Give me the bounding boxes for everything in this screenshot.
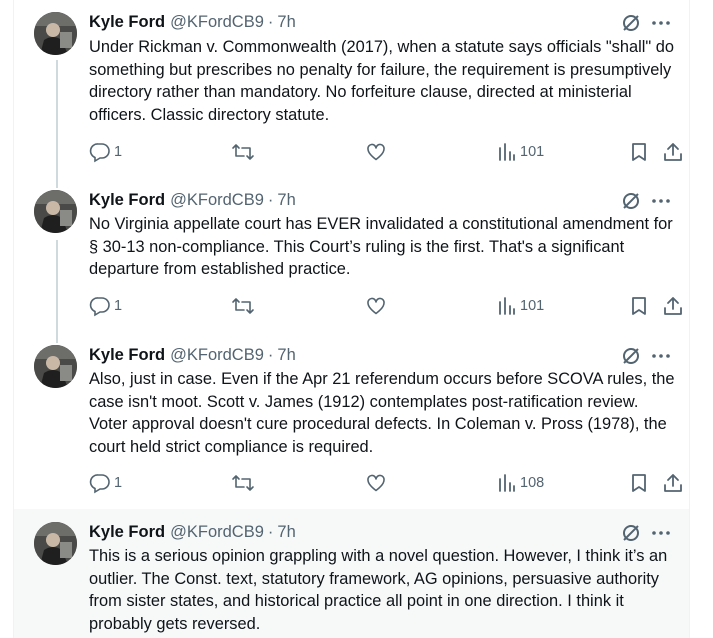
tweet-text: Also, just in case. Even if the Apr 21 r… <box>89 370 675 456</box>
share-button[interactable] <box>662 294 684 318</box>
like-icon <box>367 474 385 492</box>
tweet-text: Under Rickman v. Commonwealth (2017), wh… <box>89 38 674 124</box>
repost-button[interactable] <box>231 471 258 495</box>
bookmark-icon <box>632 297 646 315</box>
timestamp[interactable]: 7h <box>277 346 295 365</box>
like-icon <box>367 297 385 315</box>
bookmark-icon <box>632 474 646 492</box>
share-button[interactable] <box>662 471 684 495</box>
more-icon[interactable] <box>650 345 672 367</box>
repost-icon <box>232 475 254 491</box>
grok-slash-icon[interactable] <box>620 190 642 212</box>
tweet-actions: 1 108 <box>89 471 682 495</box>
thread-connector-line <box>56 60 58 180</box>
tweet[interactable]: Kyle Ford @KFordCB9 · 7h Under Rickman v… <box>14 0 689 180</box>
timestamp[interactable]: 7h <box>277 523 295 542</box>
author-name[interactable]: Kyle Ford <box>89 13 165 32</box>
bookmark-button[interactable] <box>628 140 650 164</box>
like-button[interactable] <box>365 471 390 495</box>
views-count: 108 <box>520 475 545 491</box>
thread-connector-line <box>56 180 58 188</box>
like-button[interactable] <box>365 140 390 164</box>
views-count: 101 <box>520 144 545 160</box>
tweet[interactable]: Kyle Ford @KFordCB9 · 7h No Virginia app… <box>14 180 689 335</box>
reply-count: 1 <box>114 298 123 314</box>
views-button[interactable]: 101 <box>497 294 544 318</box>
reply-button[interactable]: 1 <box>89 471 122 495</box>
tweet-header: Kyle Ford @KFordCB9 · 7h <box>89 344 296 366</box>
tweet-header: Kyle Ford @KFordCB9 · 7h <box>89 521 296 543</box>
avatar[interactable] <box>34 522 77 565</box>
share-icon <box>664 297 682 315</box>
grok-slash-icon[interactable] <box>620 12 642 34</box>
share-icon <box>664 143 682 161</box>
thread-connector-line <box>56 335 58 343</box>
reply-icon <box>89 474 110 494</box>
author-name[interactable]: Kyle Ford <box>89 346 165 365</box>
reply-count: 1 <box>114 475 123 491</box>
more-icon[interactable] <box>650 522 672 544</box>
tweet-header: Kyle Ford @KFordCB9 · 7h <box>89 11 296 33</box>
author-handle[interactable]: @KFordCB9 <box>170 191 264 210</box>
reply-icon <box>89 143 110 163</box>
timestamp[interactable]: 7h <box>277 191 295 210</box>
tweet-text: No Virginia appellate court has EVER inv… <box>89 215 673 279</box>
grok-slash-icon[interactable] <box>620 522 642 544</box>
tweet-actions: 1 101 <box>89 140 682 164</box>
bookmark-button[interactable] <box>628 294 650 318</box>
reply-button[interactable]: 1 <box>89 294 122 318</box>
tweet-feed: Kyle Ford @KFordCB9 · 7h Under Rickman v… <box>13 0 690 638</box>
separator-dot: · <box>267 12 274 31</box>
bookmark-icon <box>632 143 646 161</box>
views-count: 101 <box>520 298 545 314</box>
repost-icon <box>232 144 254 160</box>
bookmark-button[interactable] <box>628 471 650 495</box>
avatar[interactable] <box>34 190 77 233</box>
repost-icon <box>232 298 254 314</box>
author-handle[interactable]: @KFordCB9 <box>170 13 264 32</box>
like-button[interactable] <box>365 294 390 318</box>
repost-button[interactable] <box>231 140 258 164</box>
author-name[interactable]: Kyle Ford <box>89 523 165 542</box>
more-icon[interactable] <box>650 190 672 212</box>
grok-slash-icon[interactable] <box>620 345 642 367</box>
tweet[interactable]: Kyle Ford @KFordCB9 · 7h This is a serio… <box>14 509 689 638</box>
views-icon <box>499 297 515 315</box>
views-icon <box>499 474 515 492</box>
share-icon <box>664 474 682 492</box>
views-button[interactable]: 101 <box>497 140 544 164</box>
tweet-actions: 1 101 <box>89 294 682 318</box>
more-icon[interactable] <box>650 12 672 34</box>
avatar[interactable] <box>34 345 77 388</box>
reply-count: 1 <box>114 144 123 160</box>
separator-dot: · <box>267 345 274 364</box>
reply-button[interactable]: 1 <box>89 140 122 164</box>
share-button[interactable] <box>662 140 684 164</box>
views-icon <box>499 143 515 161</box>
tweet-text: This is a serious opinion grappling with… <box>89 547 668 633</box>
separator-dot: · <box>267 522 274 541</box>
like-icon <box>367 143 385 161</box>
repost-button[interactable] <box>231 294 258 318</box>
views-button[interactable]: 108 <box>497 471 544 495</box>
separator-dot: · <box>267 190 274 209</box>
tweet-header: Kyle Ford @KFordCB9 · 7h <box>89 189 296 211</box>
reply-icon <box>89 297 110 317</box>
thread-connector-line <box>56 240 58 335</box>
tweet[interactable]: Kyle Ford @KFordCB9 · 7h Also, just in c… <box>14 335 689 509</box>
avatar[interactable] <box>34 12 77 55</box>
author-name[interactable]: Kyle Ford <box>89 191 165 210</box>
author-handle[interactable]: @KFordCB9 <box>170 346 264 365</box>
timestamp[interactable]: 7h <box>277 13 295 32</box>
author-handle[interactable]: @KFordCB9 <box>170 523 264 542</box>
